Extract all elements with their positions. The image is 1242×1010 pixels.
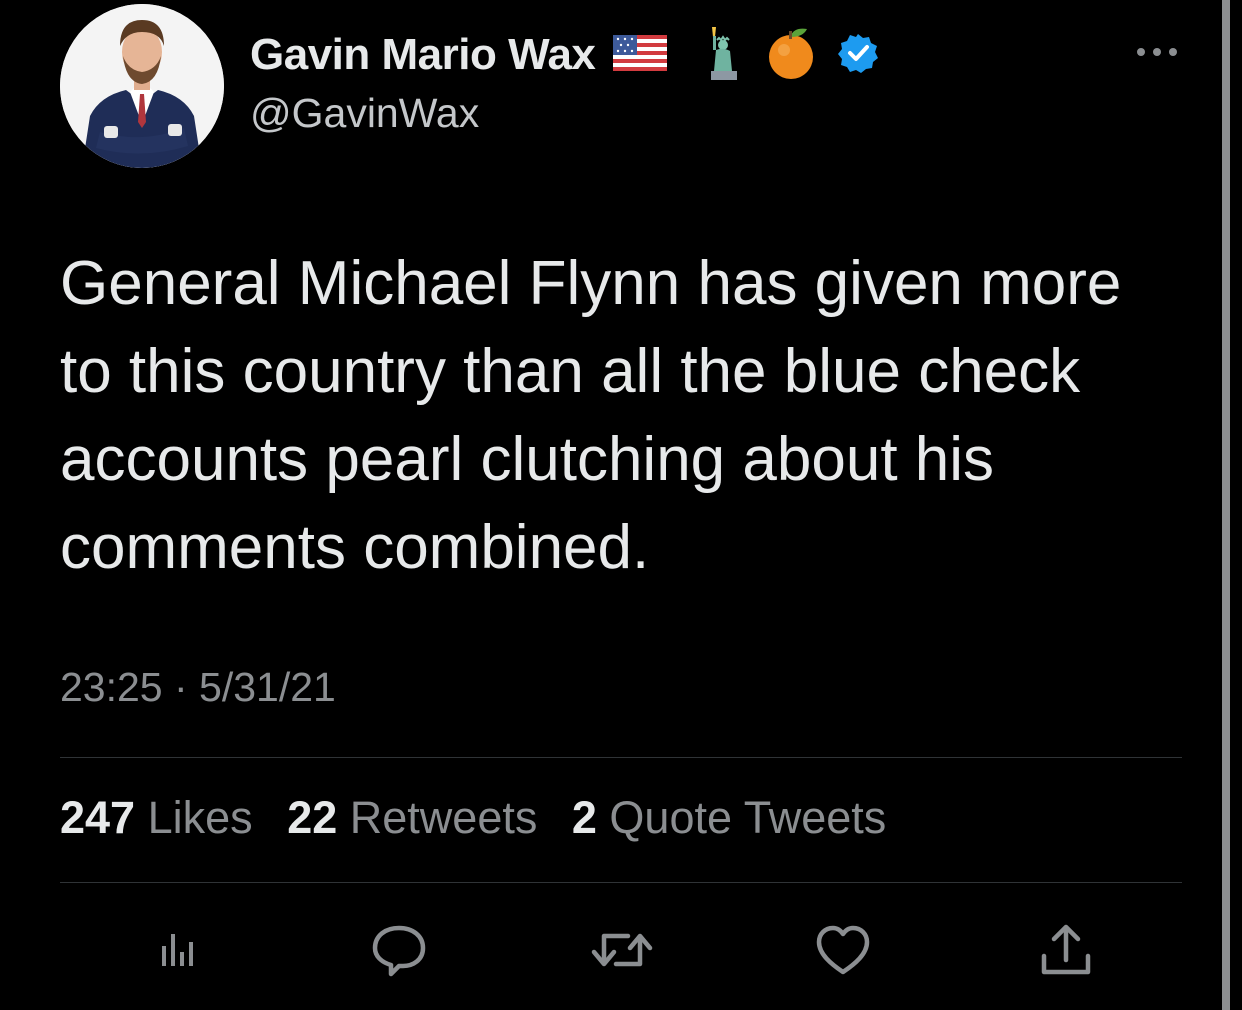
likes-count: 247 [60, 792, 136, 843]
author-display-name[interactable]: Gavin Mario Wax [250, 30, 596, 80]
retweet-icon[interactable] [590, 918, 654, 982]
statue-of-liberty-icon [703, 25, 743, 86]
retweets-label: Retweets [349, 792, 538, 843]
divider [60, 757, 1182, 758]
tweet-text: General Michael Flynn has given more to … [60, 249, 1122, 582]
quotes-stat[interactable]: 2 Quote Tweets [572, 792, 886, 844]
likes-label: Likes [147, 792, 253, 843]
author-handle[interactable]: @GavinWax [250, 90, 479, 137]
verified-badge-icon [837, 32, 879, 79]
engagement-stats: 247 Likes 22 Retweets 2 Quote Tweets [60, 792, 908, 844]
avatar[interactable] [60, 4, 224, 168]
retweets-stat[interactable]: 22 Retweets [287, 792, 537, 844]
author-name-row: Gavin Mario Wax [250, 26, 879, 82]
tweet-timestamp[interactable]: 23:25 · 5/31/21 [60, 664, 336, 711]
divider [60, 882, 1182, 883]
retweets-count: 22 [287, 792, 338, 843]
like-icon[interactable] [811, 918, 875, 982]
more-options-icon[interactable] [1133, 40, 1181, 64]
us-flag-icon [613, 34, 668, 76]
quotes-label: Quote Tweets [609, 792, 887, 843]
analytics-icon[interactable] [144, 918, 208, 982]
scrollbar[interactable] [1222, 0, 1230, 1010]
likes-stat[interactable]: 247 Likes [60, 792, 253, 844]
quotes-count: 2 [571, 792, 597, 843]
reply-icon[interactable] [367, 918, 431, 982]
share-icon[interactable] [1034, 918, 1098, 982]
orange-icon [765, 25, 817, 86]
